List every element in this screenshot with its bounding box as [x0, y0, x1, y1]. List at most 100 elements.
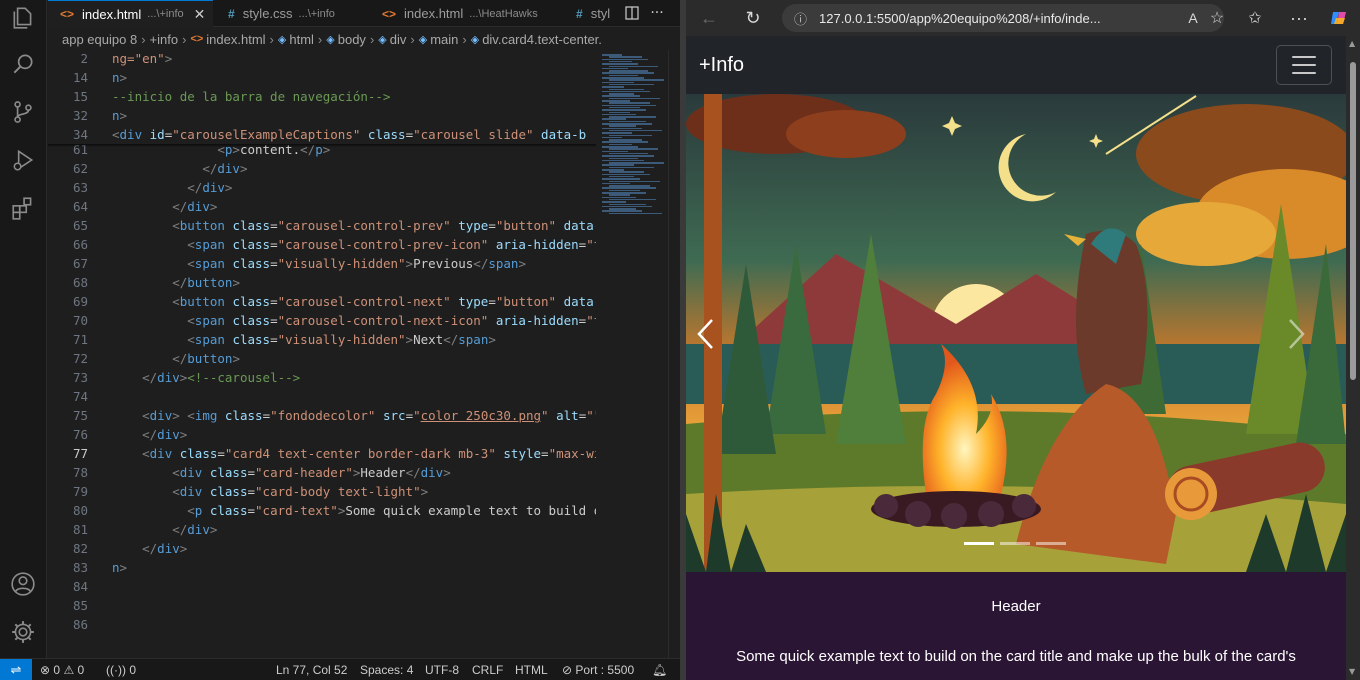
refresh-icon[interactable]: ↻ [740, 5, 766, 31]
indentation-status[interactable]: Spaces: 4 [360, 659, 413, 680]
carousel-indicator[interactable] [964, 542, 994, 545]
code-line[interactable]: 67 <span class="visually-hidden">Previou… [48, 254, 596, 273]
favorites-list-icon[interactable]: ✩ [1242, 5, 1268, 31]
code-line[interactable]: 74 [48, 387, 596, 406]
sticky-scroll-line[interactable]: 32 n> [48, 106, 596, 125]
more-actions-icon[interactable]: ··· [646, 2, 668, 24]
card-text: Some quick example text to build on the … [736, 648, 1296, 665]
page-scrollbar[interactable]: ▲ ▼ [1346, 36, 1360, 680]
minimap-line [602, 63, 638, 65]
code-line[interactable]: 85 [48, 596, 596, 615]
code-editor[interactable]: 61 <p>content.</p> 62 </div> 63 </div> 64 <… [48, 50, 596, 658]
code-line[interactable]: 84 [48, 577, 596, 596]
minimap-line [609, 70, 648, 72]
code-line[interactable]: 68 </button> [48, 273, 596, 292]
extensions-icon[interactable] [7, 192, 39, 224]
editor-scrollbar[interactable] [668, 50, 680, 658]
explorer-icon[interactable] [7, 2, 39, 34]
minimap-line [609, 83, 654, 86]
code-line[interactable]: 81 </div> [48, 520, 596, 539]
breadcrumb-item[interactable]: index.html [206, 32, 265, 47]
sticky-scroll-line[interactable]: 34 <div id="carouselExampleCaptions" clas… [48, 125, 596, 144]
address-bar[interactable]: ⓘ 127.0.0.1:5500/app%20equipo%208/+info/… [782, 4, 1224, 32]
code-line[interactable]: 86 [48, 615, 596, 634]
source-control-icon[interactable] [7, 96, 39, 128]
carousel-indicator[interactable] [1036, 542, 1066, 545]
search-icon[interactable] [7, 48, 39, 80]
code-line[interactable]: 82 </div> [48, 539, 596, 558]
carousel-next-button[interactable] [1276, 284, 1316, 384]
breadcrumb-item[interactable]: app equipo 8 [62, 32, 137, 47]
code-line[interactable]: 62 </div> [48, 159, 596, 178]
scroll-up-arrow-icon[interactable]: ▲ [1349, 40, 1357, 48]
code-text: <button class="carousel-control-next" ty… [172, 294, 596, 309]
run-debug-icon[interactable] [7, 144, 39, 176]
code-line[interactable]: 80 <p class="card-text">Some quick examp… [48, 501, 596, 520]
code-line[interactable]: 73 </div><!--carousel--> [48, 368, 596, 387]
breadcrumb-item[interactable]: html [289, 32, 314, 47]
browser-toolbar: ← ↻ ⓘ 127.0.0.1:5500/app%20equipo%208/+i… [686, 0, 1360, 36]
carousel-indicator[interactable] [1000, 542, 1030, 545]
notifications-bell-icon[interactable]: 🔔︎ [652, 659, 667, 680]
tab-index-html-heathawks[interactable]: <> index.html ...\HeatHawks [370, 0, 560, 27]
code-line[interactable]: 79 <div class="card-body text-light"> [48, 482, 596, 501]
tab-index-html-info[interactable]: <> index.html ...\+info ✕ [48, 0, 213, 27]
eol-status[interactable]: CRLF [472, 659, 503, 680]
code-line[interactable]: 75 <div> <img class="fondodecolor" src="… [48, 406, 596, 425]
carousel-prev-button[interactable] [686, 284, 726, 384]
line-number: 14 [72, 70, 88, 85]
breadcrumb-item[interactable]: body [338, 32, 366, 47]
favorite-star-icon[interactable]: ☆ [1204, 5, 1230, 31]
close-icon[interactable]: ✕ [194, 6, 206, 23]
code-line[interactable]: 65 <button class="carousel-control-prev"… [48, 216, 596, 235]
tab-style-css-2[interactable]: # styl [564, 0, 624, 27]
settings-more-icon[interactable]: ··· [1286, 5, 1312, 31]
code-line[interactable]: 66 <span class="carousel-control-prev-ic… [48, 235, 596, 254]
copilot-icon[interactable] [1326, 5, 1352, 31]
code-line[interactable]: 83 n> [48, 558, 596, 577]
language-mode[interactable]: HTML [515, 659, 548, 680]
code-line[interactable]: 77 <div class="card4 text-center border-… [48, 444, 596, 463]
read-aloud-icon[interactable]: A [1180, 5, 1206, 31]
manage-gear-icon[interactable] [7, 616, 39, 648]
code-line[interactable]: 63 </div> [48, 178, 596, 197]
minimap[interactable] [596, 50, 668, 658]
cursor-position[interactable]: Ln 77, Col 52 [276, 659, 347, 680]
sticky-scroll-line[interactable]: 2 ng="en"> [48, 50, 596, 68]
accounts-icon[interactable] [7, 568, 39, 600]
line-number: 2 [80, 51, 88, 66]
code-line[interactable]: 72 </button> [48, 349, 596, 368]
minimap-line [609, 175, 634, 178]
code-line[interactable]: 64 </div> [48, 197, 596, 216]
breadcrumb-item[interactable]: main [430, 32, 458, 47]
scrollbar-thumb[interactable] [1350, 62, 1356, 380]
back-arrow-icon[interactable]: ← [696, 5, 722, 31]
navbar-brand[interactable]: +Info [699, 54, 744, 77]
live-server-port[interactable]: ⊘ Port : 5500 [562, 659, 634, 680]
sticky-scroll-line[interactable]: 14 n> [48, 68, 596, 87]
code-line[interactable]: 70 <span class="carousel-control-next-ic… [48, 311, 596, 330]
minimap-line [602, 113, 636, 116]
scroll-down-arrow-icon[interactable]: ▼ [1349, 668, 1357, 676]
split-editor-icon[interactable] [621, 2, 643, 24]
ports-status[interactable]: ((·)) 0 [106, 659, 136, 680]
encoding-status[interactable]: UTF-8 [425, 659, 459, 680]
navbar-toggler-button[interactable] [1276, 45, 1332, 85]
minimap-line [609, 212, 662, 215]
code-line[interactable]: 78 <div class="card-header">Header</div> [48, 463, 596, 482]
code-text: </div> [187, 180, 233, 195]
site-info-icon[interactable]: ⓘ [794, 9, 807, 28]
remote-indicator-icon[interactable]: ⇌ [0, 659, 32, 680]
no-entry-icon: ⊘ [562, 663, 573, 677]
tab-style-css[interactable]: # style.css ...\+info [216, 0, 366, 27]
code-line[interactable]: 76 </div> [48, 425, 596, 444]
breadcrumb-item[interactable]: div [390, 32, 407, 47]
minimap-line [602, 210, 642, 212]
code-line[interactable]: 69 <button class="carousel-control-next"… [48, 292, 596, 311]
problems-status[interactable]: ⊗ 0 ⚠ 0 [40, 659, 84, 680]
line-number: 72 [72, 351, 88, 366]
sticky-scroll-line[interactable]: 15 --inicio de la barra de navegación--> [48, 87, 596, 106]
code-line[interactable]: 71 <span class="visually-hidden">Next</s… [48, 330, 596, 349]
breadcrumb-item[interactable]: +info [150, 32, 179, 47]
breadcrumb-item[interactable]: div.card4.text-center. [482, 32, 602, 47]
